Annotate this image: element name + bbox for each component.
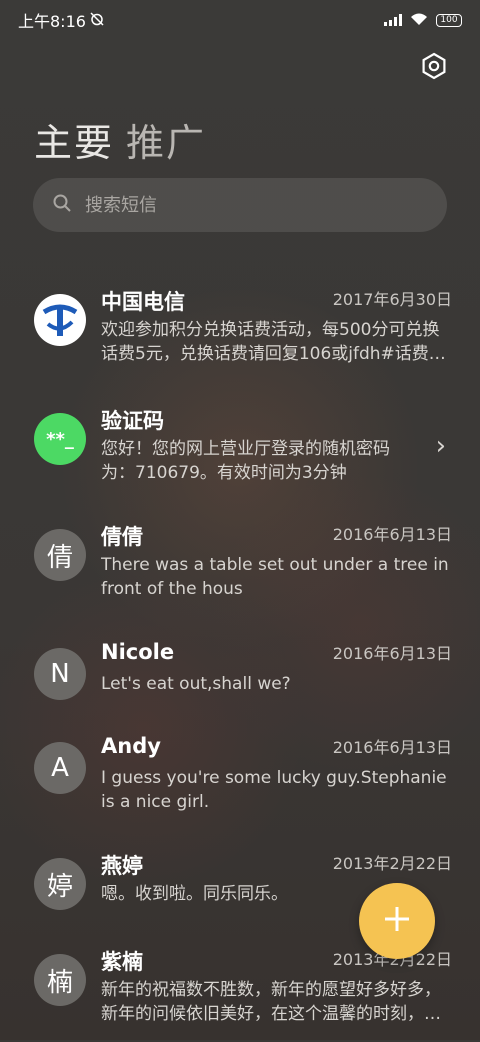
- message-date: 2016年6月13日: [332, 738, 452, 757]
- search-icon: [53, 194, 71, 217]
- message-date: 2017年6月30日: [332, 290, 452, 309]
- message-preview: 欢迎参加积分兑换话费活动，每500分可兑换话费5元，兑换话费请回复106或jfd…: [101, 320, 446, 364]
- message-item-china-telecom[interactable]: 中国电信 2017年6月30日 欢迎参加积分兑换话费活动，每500分可兑换话费5…: [0, 286, 480, 382]
- sender-name: Nicole: [101, 640, 175, 664]
- tab-promo[interactable]: 推广: [126, 112, 206, 167]
- message-item-qianqian[interactable]: 倩 倩倩 2016年6月13日 There was a table set ou…: [0, 521, 480, 617]
- avatar: N: [34, 648, 86, 700]
- message-date: 2013年2月22日: [332, 854, 452, 873]
- plus-icon: [382, 904, 412, 938]
- status-time: 上午8:16: [18, 12, 86, 31]
- wifi-icon: [410, 11, 428, 30]
- settings-hexagon-icon: [420, 52, 448, 84]
- sender-name: 验证码: [101, 409, 164, 433]
- sender-name: Andy: [101, 734, 161, 758]
- chevron-right-icon[interactable]: ›: [436, 431, 446, 461]
- china-telecom-logo-icon: [34, 294, 86, 346]
- message-date: 2016年6月13日: [332, 525, 452, 544]
- message-preview: Let's eat out,shall we?: [101, 674, 291, 694]
- sender-name: 燕婷: [101, 854, 143, 878]
- category-tabs: 主要 推广: [34, 112, 206, 167]
- status-right: 100: [384, 11, 462, 30]
- avatar: 婷: [34, 858, 86, 910]
- avatar: 楠: [34, 954, 86, 1006]
- message-item-andy[interactable]: A Andy 2016年6月13日 I guess you're some lu…: [0, 734, 480, 830]
- message-item-zinan[interactable]: 楠 紫楠 2013年2月22日 新年的祝福数不胜数，新年的愿望好多好多，新年的问…: [0, 946, 480, 1042]
- new-message-button[interactable]: [359, 883, 435, 959]
- message-preview: 您好！您的网上营业厅登录的随机密码为：710679。有效时间为3分钟: [101, 439, 390, 483]
- status-left: 上午8:16: [18, 8, 104, 32]
- battery-icon: 100: [436, 13, 462, 27]
- avatar: 倩: [34, 529, 86, 581]
- alarm-off-icon: [90, 11, 104, 30]
- message-item-nicole[interactable]: N Nicole 2016年6月13日 Let's eat out,shall …: [0, 640, 480, 736]
- status-bar: 上午8:16 100: [0, 0, 480, 40]
- search-bar[interactable]: [33, 178, 447, 232]
- verification-code-avatar: **_: [34, 413, 86, 465]
- search-input[interactable]: [83, 193, 407, 217]
- message-preview: 新年的祝福数不胜数，新年的愿望好多好多，新年的问候依旧美好，在这个温馨的时刻，…: [101, 980, 441, 1024]
- sender-name: 中国电信: [101, 290, 185, 314]
- avatar: A: [34, 742, 86, 794]
- message-date: 2016年6月13日: [332, 644, 452, 663]
- message-item-verification-code[interactable]: **_ 验证码 您好！您的网上营业厅登录的随机密码为：710679。有效时间为3…: [0, 405, 480, 501]
- message-preview: I guess you're some lucky guy.Stephanie …: [101, 768, 447, 812]
- message-preview: There was a table set out under a tree i…: [101, 555, 449, 599]
- signal-icon: [384, 11, 402, 30]
- settings-button[interactable]: [418, 52, 450, 84]
- sender-name: 倩倩: [101, 525, 143, 549]
- tab-main[interactable]: 主要: [34, 112, 114, 167]
- sender-name: 紫楠: [101, 950, 143, 974]
